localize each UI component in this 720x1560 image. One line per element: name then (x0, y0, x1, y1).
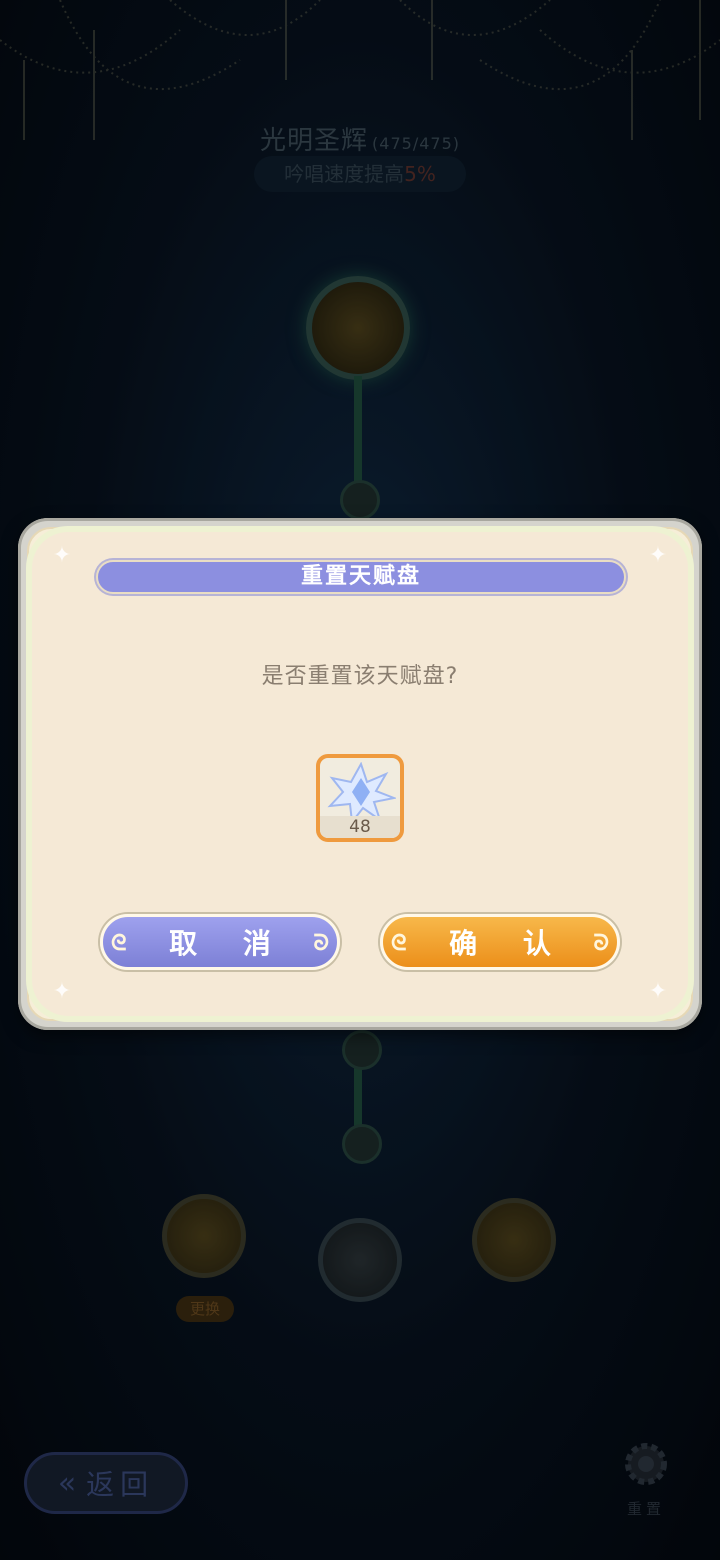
crystal-star-icon (327, 762, 396, 824)
dialog-question: 是否重置该天赋盘? (261, 664, 459, 689)
confirm-button[interactable]: ᘓ 确 认 ᘐ (380, 914, 620, 970)
cost-item-count: 48 (320, 816, 400, 838)
corner-ornament-icon: ✦ (648, 543, 668, 568)
corner-ornament-icon: ✦ (52, 979, 72, 1004)
cancel-button[interactable]: ᘓ 取 消 ᘐ (100, 914, 340, 970)
corner-ornament-icon: ✦ (52, 543, 72, 568)
swirl-ornament-icon: ᘐ (593, 931, 610, 956)
swirl-ornament-icon: ᘓ (391, 931, 407, 956)
dialog-title: 重置天赋盘 (96, 560, 626, 594)
reset-dialog: ✦ ✦ ✦ ✦ 重置天赋盘 是否重置该天赋盘? 48 ᘓ 取 消 ᘐ ᘓ 确 认… (18, 518, 702, 1030)
cost-item[interactable]: 48 (316, 754, 404, 842)
swirl-ornament-icon: ᘓ (111, 931, 127, 956)
cancel-label: 取 消 (169, 927, 289, 960)
corner-ornament-icon: ✦ (648, 979, 668, 1004)
swirl-ornament-icon: ᘐ (313, 931, 330, 956)
confirm-label: 确 认 (449, 927, 569, 960)
